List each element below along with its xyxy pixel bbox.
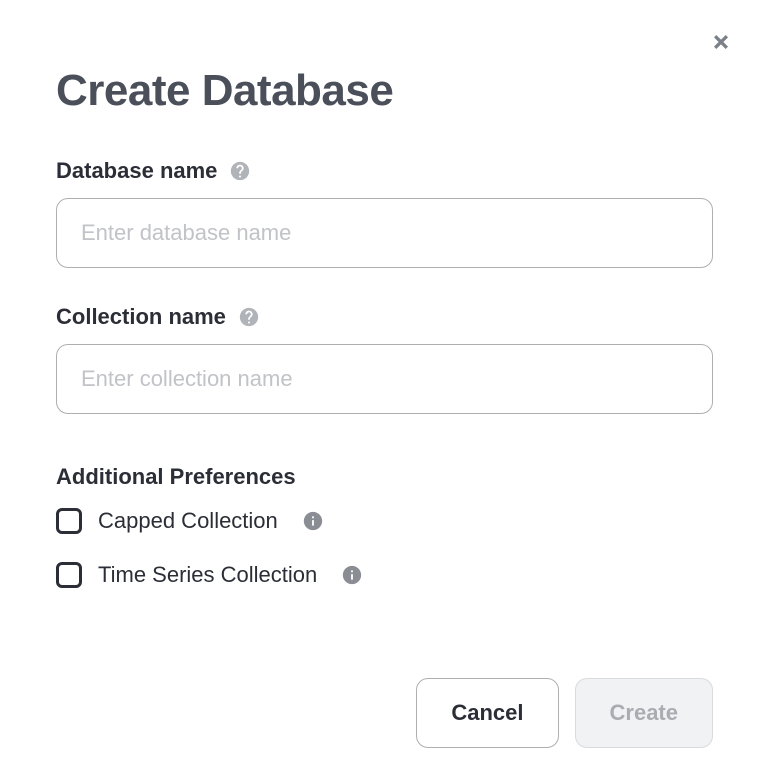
collection-name-input[interactable] — [56, 344, 713, 414]
database-name-field-group: Database name — [56, 158, 713, 268]
help-icon[interactable] — [229, 160, 251, 182]
database-name-label-row: Database name — [56, 158, 713, 184]
collection-name-label-row: Collection name — [56, 304, 713, 330]
help-icon[interactable] — [238, 306, 260, 328]
database-name-input[interactable] — [56, 198, 713, 268]
capped-collection-checkbox[interactable] — [56, 508, 82, 534]
cancel-button[interactable]: Cancel — [416, 678, 558, 748]
close-icon — [711, 32, 731, 57]
timeseries-collection-checkbox[interactable] — [56, 562, 82, 588]
create-button[interactable]: Create — [575, 678, 713, 748]
collection-name-label: Collection name — [56, 304, 226, 330]
collection-name-field-group: Collection name — [56, 304, 713, 414]
timeseries-collection-row: Time Series Collection — [56, 562, 713, 588]
database-name-label: Database name — [56, 158, 217, 184]
timeseries-collection-label: Time Series Collection — [98, 562, 317, 588]
modal-title: Create Database — [56, 66, 713, 116]
info-icon[interactable] — [302, 510, 324, 532]
create-database-modal: Create Database Database name Collection… — [0, 0, 769, 778]
capped-collection-label: Capped Collection — [98, 508, 278, 534]
info-icon[interactable] — [341, 564, 363, 586]
additional-preferences-header: Additional Preferences — [56, 464, 713, 490]
close-button[interactable] — [709, 32, 733, 56]
capped-collection-row: Capped Collection — [56, 508, 713, 534]
button-row: Cancel Create — [56, 678, 713, 748]
